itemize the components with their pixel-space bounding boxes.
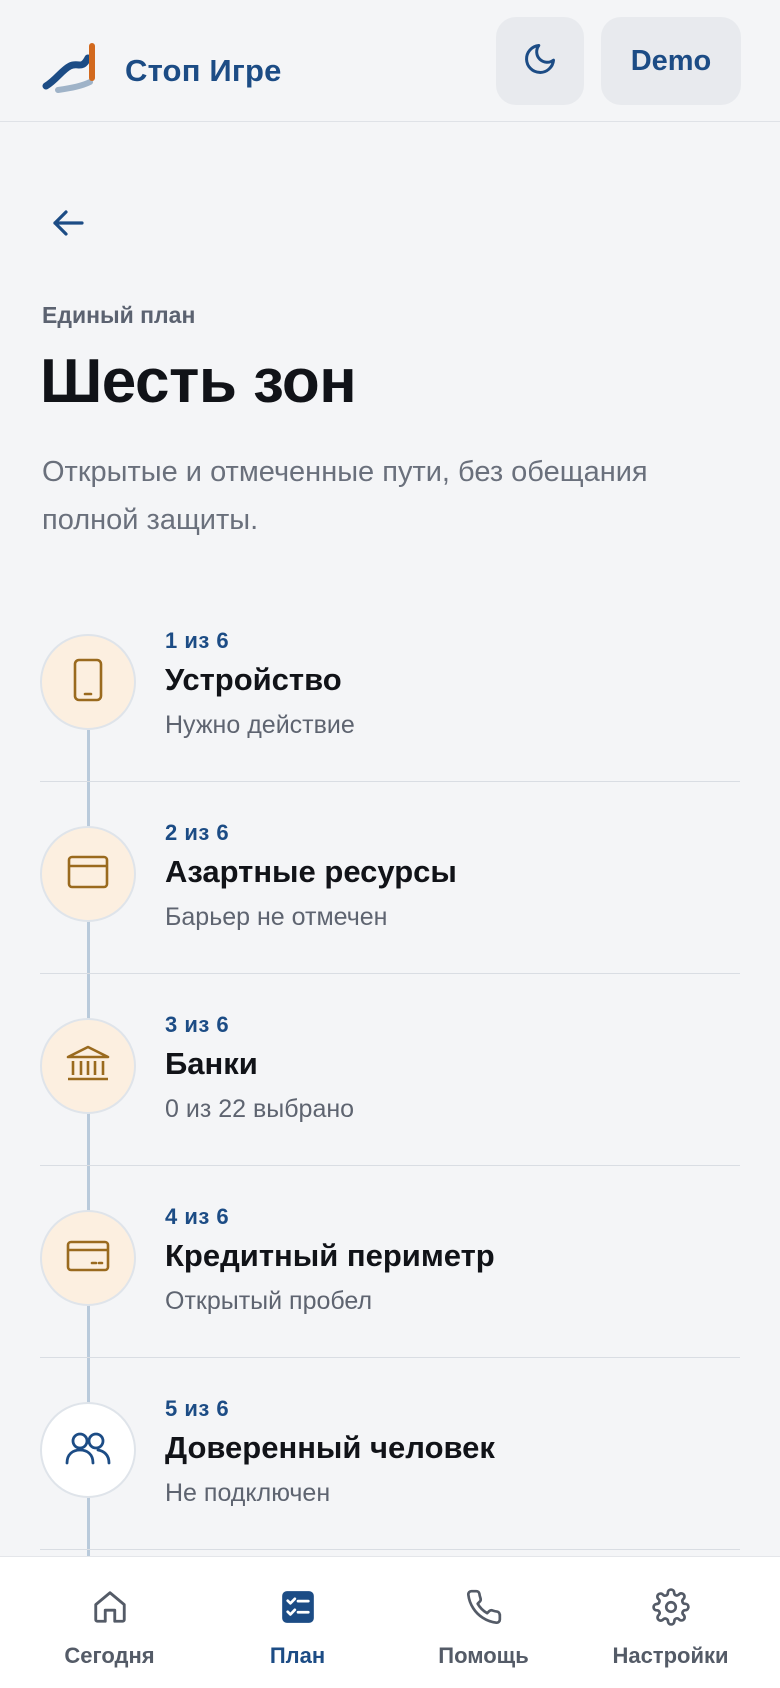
zones-list: 1 из 6 Устройство Нужно действие 2 из 6 …: [0, 0, 780, 1688]
zone-status: Барьер не отмечен: [165, 903, 388, 931]
credit-card-icon: [66, 1239, 110, 1278]
phone-call-icon: [464, 1587, 504, 1627]
zone-status: 0 из 22 выбрано: [165, 1095, 355, 1123]
zone-item-banks[interactable]: 3 из 6 Банки 0 из 22 выбрано: [40, 974, 740, 1166]
zone-icon-badge: [40, 1402, 136, 1498]
nav-label: План: [269, 1643, 326, 1668]
nav-label: Помощь: [438, 1643, 529, 1668]
zone-icon-badge: [40, 1210, 136, 1306]
checklist-icon: [278, 1587, 318, 1627]
divider: [40, 1549, 740, 1550]
zone-step: 4 из 6: [165, 1204, 230, 1229]
nav-item-today[interactable]: Сегодня: [12, 1557, 207, 1688]
bottom-navigation: Сегодня План Помощь Настройки: [0, 1556, 780, 1688]
zone-status: Не подключен: [165, 1479, 331, 1507]
zone-name: Доверенный человек: [165, 1430, 495, 1465]
zone-status: Открытый пробел: [165, 1287, 373, 1315]
zone-item-trusted-person[interactable]: 5 из 6 Доверенный человек Не подключен: [40, 1358, 740, 1550]
home-icon: [90, 1587, 130, 1627]
nav-label: Настройки: [612, 1643, 729, 1668]
zone-name: Кредитный периметр: [165, 1238, 495, 1273]
phone-icon: [72, 658, 104, 707]
nav-item-plan[interactable]: План: [200, 1557, 395, 1688]
zone-icon-badge: [40, 826, 136, 922]
zone-step: 3 из 6: [165, 1012, 230, 1037]
zone-name: Банки: [165, 1046, 258, 1081]
zone-icon-badge: [40, 1018, 136, 1114]
zone-icon-badge: [40, 634, 136, 730]
bank-icon: [65, 1044, 111, 1089]
zone-step: 1 из 6: [165, 628, 230, 653]
nav-item-settings[interactable]: Настройки: [573, 1557, 768, 1688]
zone-step: 2 из 6: [165, 820, 230, 845]
zone-item-credit-perimeter[interactable]: 4 из 6 Кредитный периметр Открытый пробе…: [40, 1166, 740, 1358]
nav-label: Сегодня: [64, 1643, 155, 1668]
zone-item-device[interactable]: 1 из 6 Устройство Нужно действие: [40, 590, 740, 782]
zone-name: Азартные ресурсы: [165, 854, 457, 889]
gear-icon: [651, 1587, 691, 1627]
browser-window-icon: [67, 854, 109, 895]
zone-item-gambling-resources[interactable]: 2 из 6 Азартные ресурсы Барьер не отмече…: [40, 782, 740, 974]
nav-item-help[interactable]: Помощь: [386, 1557, 581, 1688]
app-screen: Стоп Игре Demo Единый план Шесть зон Отк…: [0, 0, 780, 1688]
users-icon: [64, 1430, 112, 1471]
zone-name: Устройство: [165, 662, 342, 697]
zone-step: 5 из 6: [165, 1396, 230, 1421]
zone-status: Нужно действие: [165, 711, 355, 739]
